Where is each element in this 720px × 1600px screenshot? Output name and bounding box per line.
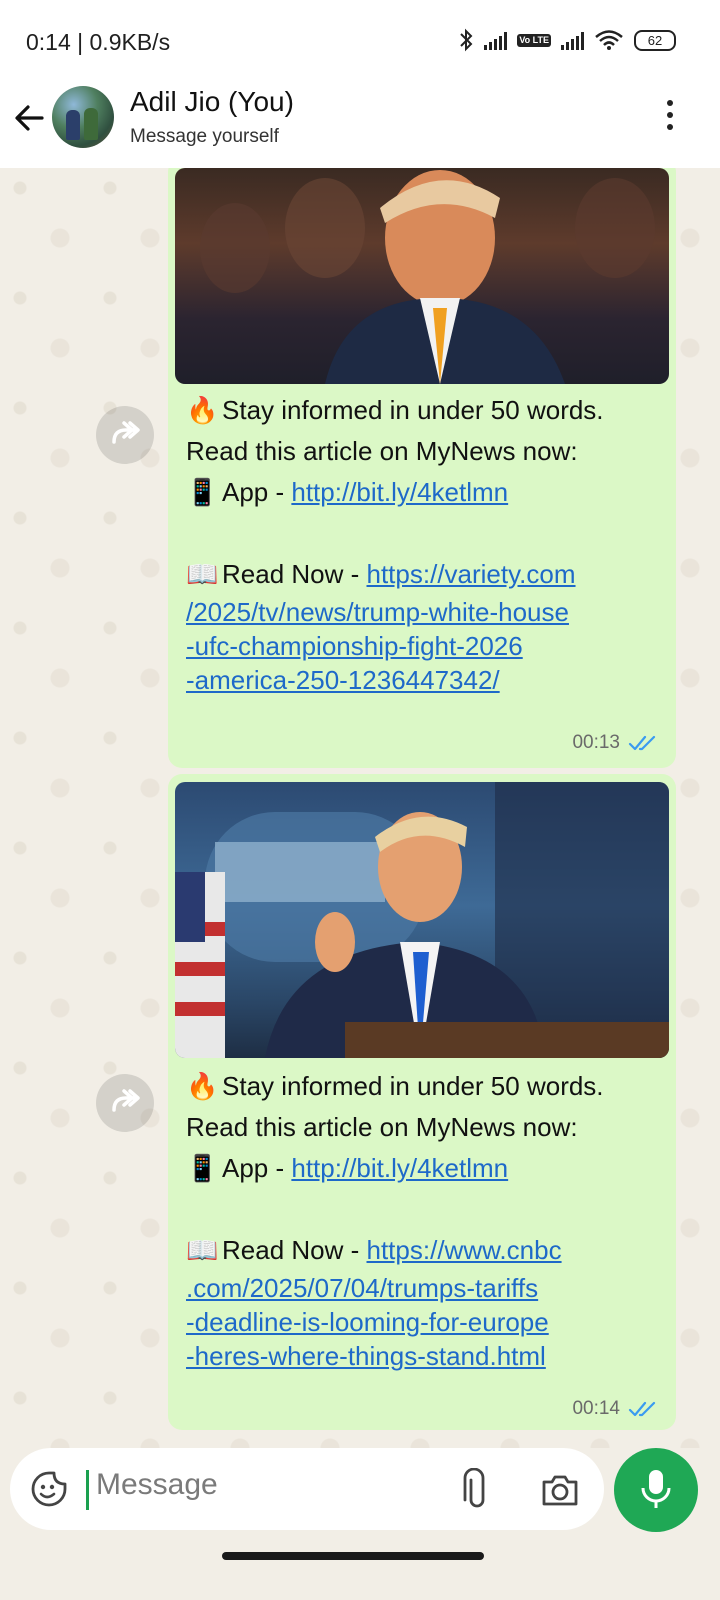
read-label: Read Now -	[222, 559, 367, 589]
signal-icon	[484, 30, 508, 50]
app-link[interactable]: http://bit.ly/4ketlmn	[291, 477, 508, 507]
read-link[interactable]: -ufc-championship-fight-2026	[186, 629, 666, 663]
message-image[interactable]	[175, 168, 669, 384]
message-time: 00:14	[572, 1398, 620, 1419]
book-icon: 📖	[186, 559, 219, 589]
message-line: Read this article on MyNews now:	[186, 1112, 578, 1142]
signal-icon	[561, 30, 584, 50]
message-input[interactable]: Message	[96, 1468, 218, 1502]
message-intro: Stay informed in under 50 words.	[222, 1071, 604, 1101]
wifi-icon	[595, 30, 623, 50]
read-link[interactable]: /2025/tv/news/trump-white-house	[186, 595, 666, 629]
message-meta: 00:14	[572, 1398, 658, 1420]
message-text: 🔥 Stay informed in under 50 words. Read t…	[186, 1066, 666, 1373]
attach-icon[interactable]	[460, 1468, 494, 1512]
avatar[interactable]	[52, 86, 114, 148]
forward-icon	[112, 421, 140, 444]
home-indicator[interactable]	[222, 1552, 484, 1560]
message-intro: Stay informed in under 50 words.	[222, 395, 604, 425]
fire-icon: 🔥	[186, 395, 219, 425]
text-cursor	[86, 1470, 89, 1510]
arrow-left-icon[interactable]	[12, 100, 48, 136]
contact-name[interactable]: Adil Jio (You)	[130, 86, 294, 118]
read-link[interactable]: https://variety.com	[367, 559, 576, 589]
more-vertical-icon[interactable]	[664, 100, 676, 134]
phone-icon: 📱	[186, 1153, 219, 1183]
double-tick-icon	[628, 735, 656, 751]
read-link[interactable]: -america-250-1236447342/	[186, 663, 666, 697]
battery-icon: 62	[634, 29, 676, 51]
chat-area[interactable]: 🔥 Stay informed in under 50 words. Read t…	[0, 168, 720, 1448]
message-meta: 00:13	[572, 732, 658, 754]
message-bubble[interactable]: 🔥 Stay informed in under 50 words. Read t…	[168, 168, 676, 768]
message-line: Read this article on MyNews now:	[186, 436, 578, 466]
double-tick-icon	[628, 1401, 656, 1417]
forward-button[interactable]	[96, 406, 154, 464]
status-time: 0:14 | 0.9KB/s	[26, 29, 171, 55]
read-link[interactable]: -deadline-is-looming-for-europe	[186, 1305, 666, 1339]
bluetooth-icon	[460, 28, 473, 52]
message-composer: Message	[10, 1448, 604, 1530]
fire-icon: 🔥	[186, 1071, 219, 1101]
read-link[interactable]: https://www.cnbc	[367, 1235, 562, 1265]
forward-button[interactable]	[96, 1074, 154, 1132]
system-nav-bar	[0, 1540, 720, 1600]
app-link[interactable]: http://bit.ly/4ketlmn	[291, 1153, 508, 1183]
mic-button[interactable]	[614, 1448, 698, 1532]
contact-subtitle: Message yourself	[130, 126, 279, 147]
message-time: 00:13	[572, 732, 620, 753]
forward-icon	[112, 1089, 140, 1112]
message-image[interactable]	[175, 782, 669, 1058]
read-link[interactable]: .com/2025/07/04/trumps-tariffs	[186, 1271, 666, 1305]
mic-icon	[641, 1470, 671, 1508]
read-label: Read Now -	[222, 1235, 367, 1265]
app-label: App -	[222, 1153, 292, 1183]
chat-header: Adil Jio (You) Message yourself	[0, 80, 720, 168]
read-link[interactable]: -heres-where-things-stand.html	[186, 1339, 666, 1373]
book-icon: 📖	[186, 1235, 219, 1265]
phone-icon: 📱	[186, 477, 219, 507]
status-bar: 0:14 | 0.9KB/s Vo LTE 62	[0, 0, 720, 80]
message-bubble[interactable]: 🔥 Stay informed in under 50 words. Read t…	[168, 774, 676, 1430]
sticker-icon[interactable]	[30, 1470, 68, 1508]
camera-icon[interactable]	[540, 1472, 580, 1508]
message-text: 🔥 Stay informed in under 50 words. Read t…	[186, 390, 666, 697]
volte-icon: Vo LTE	[517, 33, 551, 47]
app-label: App -	[222, 477, 292, 507]
status-icons: Vo LTE 62	[458, 28, 676, 52]
